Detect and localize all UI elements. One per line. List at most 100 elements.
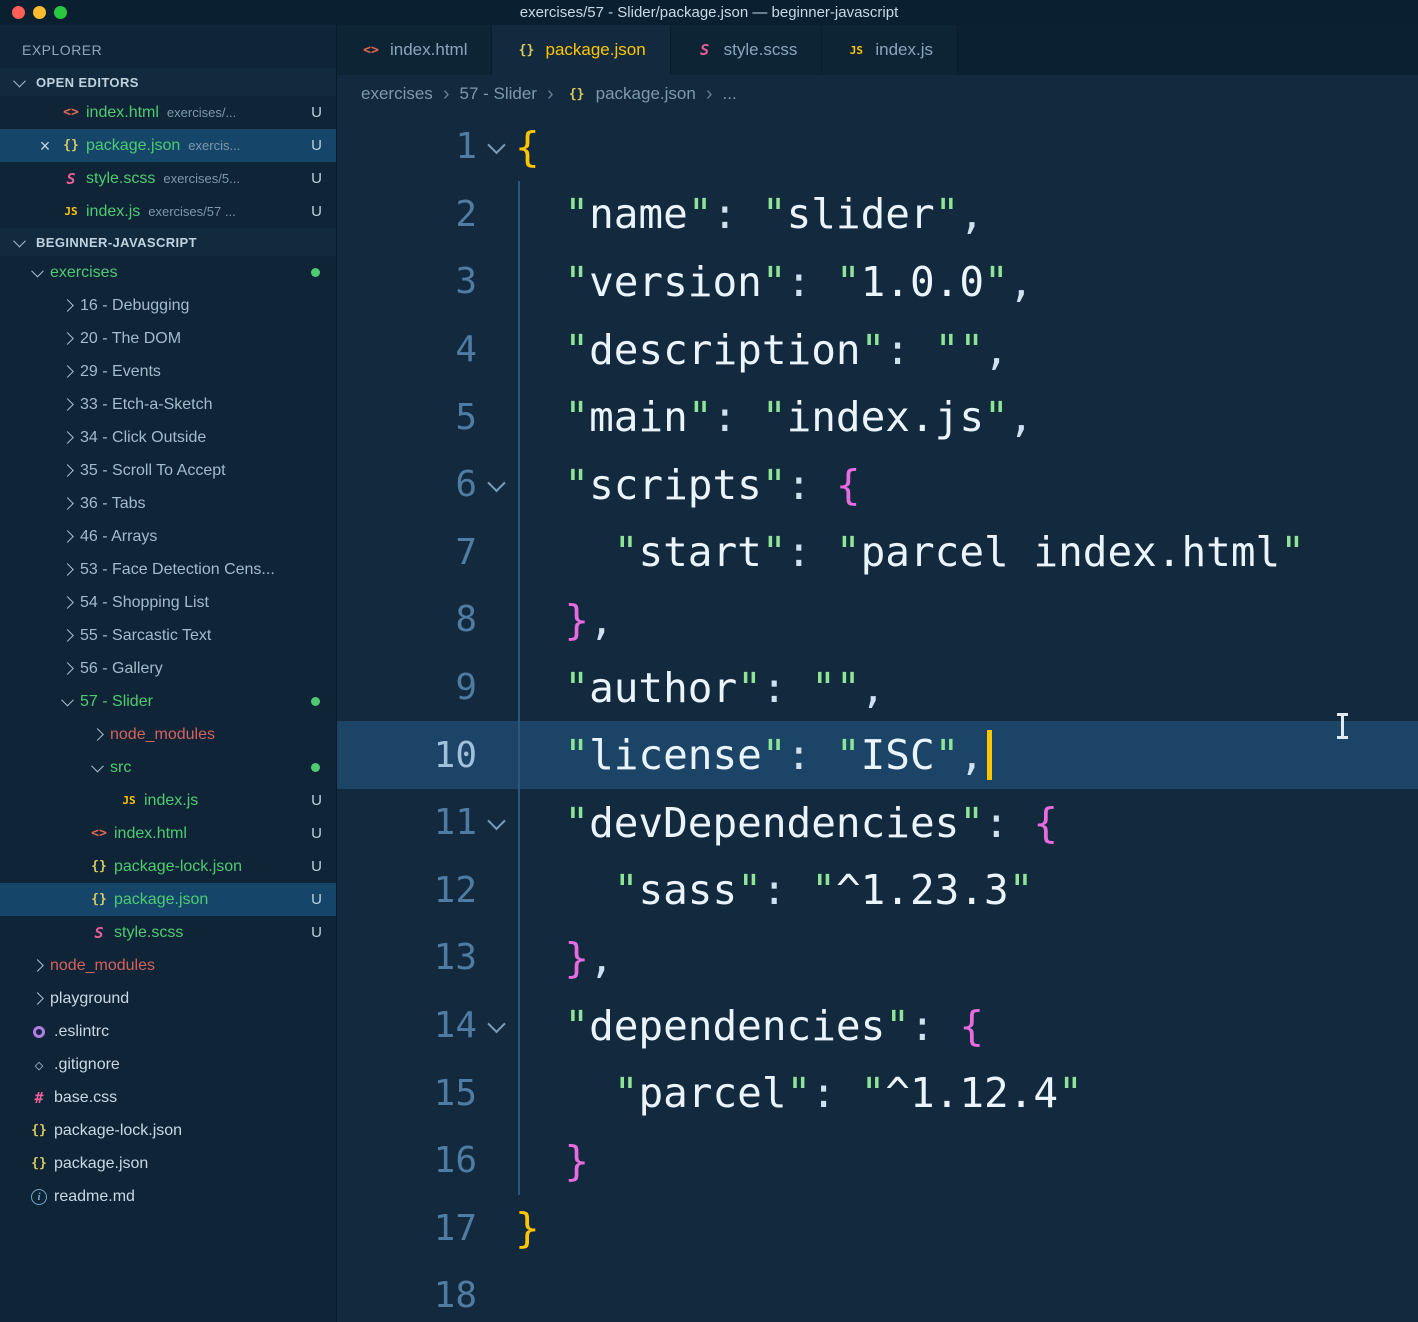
breadcrumb-item[interactable]: exercises [361,84,433,104]
open-editor-filename: package.json [86,137,180,155]
tree-item-label: src [110,759,131,777]
scss-icon: S [86,924,112,942]
code-line-4[interactable]: 4 "description": "", [337,316,1418,384]
code-line-3[interactable]: 3 "version": "1.0.0", [337,248,1418,316]
chevron-right-icon [56,565,78,574]
tab-index-js[interactable]: JSindex.js [822,25,958,75]
code-line-9[interactable]: 9 "author": "", [337,654,1418,722]
js-icon: JS [846,44,866,57]
tree-item-style-scss[interactable]: Sstyle.scssU [0,916,336,949]
code-line-14[interactable]: 14 "dependencies": { [337,992,1418,1060]
code-line-7[interactable]: 7 "start": "parcel index.html" [337,519,1418,587]
tree-item-playground[interactable]: playground [0,982,336,1015]
tree-item-label: 46 - Arrays [80,528,157,546]
close-editor-icon[interactable]: × [32,137,58,155]
code-line-2[interactable]: 2 "name": "slider", [337,181,1418,249]
line-number: 4 [337,329,477,370]
git-status-badge: U [311,203,322,220]
open-editors-section-header[interactable]: OPEN EDITORS [0,68,336,96]
tree-item-53-face-detection-cens-[interactable]: 53 - Face Detection Cens... [0,553,336,586]
tree-item-55-sarcastic-text[interactable]: 55 - Sarcastic Text [0,619,336,652]
tree-item-label: package.json [114,891,208,909]
code-editor[interactable]: 1{2 "name": "slider",3 "version": "1.0.0… [337,113,1418,1322]
tree-item-label: 36 - Tabs [80,495,146,513]
tree-item-35-scroll-to-accept[interactable]: 35 - Scroll To Accept [0,454,336,487]
tree-item-46-arrays[interactable]: 46 - Arrays [0,520,336,553]
chevron-right-icon [26,961,48,970]
workspace-section-header[interactable]: BEGINNER-JAVASCRIPT [0,228,336,256]
tree-item--eslintrc[interactable]: .eslintrc [0,1015,336,1048]
tree-item-56-gallery[interactable]: 56 - Gallery [0,652,336,685]
tree-item-index-js[interactable]: JSindex.jsU [0,784,336,817]
tab-style-scss[interactable]: Sstyle.scss [671,25,823,75]
tree-item-29-events[interactable]: 29 - Events [0,355,336,388]
code-line-15[interactable]: 15 "parcel": "^1.12.4" [337,1059,1418,1127]
css-icon: # [26,1089,52,1107]
open-editor-item-style.scss[interactable]: Sstyle.scssexercises/5...U [0,162,336,195]
code-text: "scripts": { [515,461,861,509]
chevron-down-icon [8,238,30,247]
code-line-13[interactable]: 13 }, [337,924,1418,992]
tree-item-src[interactable]: src [0,751,336,784]
minimize-window-button[interactable] [33,6,46,19]
code-text: "version": "1.0.0", [515,258,1033,306]
chevron-right-icon [26,994,48,1003]
code-line-17[interactable]: 17} [337,1195,1418,1263]
tree-item-label: .eslintrc [54,1023,109,1041]
tree-item-node-modules[interactable]: node_modules [0,949,336,982]
tree-item-package-lock-json[interactable]: {}package-lock.json [0,1114,336,1147]
code-line-12[interactable]: 12 "sass": "^1.23.3" [337,857,1418,925]
tree-item-node-modules[interactable]: node_modules [0,718,336,751]
tab-package-json[interactable]: {}package.json [492,25,670,75]
open-editor-filename: index.js [86,203,140,221]
code-line-8[interactable]: 8 }, [337,586,1418,654]
code-line-1[interactable]: 1{ [337,113,1418,181]
js-icon: JS [116,794,142,807]
code-line-18[interactable]: 18 [337,1262,1418,1322]
eslint-icon [26,1026,52,1038]
tree-item-33-etch-a-sketch[interactable]: 33 - Etch-a-Sketch [0,388,336,421]
fold-chevron-icon[interactable] [477,478,515,491]
zoom-window-button[interactable] [54,6,67,19]
title-bar: exercises/57 - Slider/package.json — beg… [0,0,1418,25]
open-editor-item-index.html[interactable]: <>index.htmlexercises/...U [0,96,336,129]
breadcrumb-item[interactable]: 57 - Slider [459,84,536,104]
fold-chevron-icon[interactable] [477,816,515,829]
code-line-11[interactable]: 11 "devDependencies": { [337,789,1418,857]
tree-item-exercises[interactable]: exercises [0,256,336,289]
tree-item-16-debugging[interactable]: 16 - Debugging [0,289,336,322]
code-line-5[interactable]: 5 "main": "index.js", [337,383,1418,451]
tree-item-34-click-outside[interactable]: 34 - Click Outside [0,421,336,454]
tree-item-base-css[interactable]: #base.css [0,1081,336,1114]
tree-item-label: 57 - Slider [80,693,153,711]
chevron-right-icon [56,499,78,508]
close-window-button[interactable] [12,6,25,19]
tree-item-36-tabs[interactable]: 36 - Tabs [0,487,336,520]
tree-item-package-lock-json[interactable]: {}package-lock.jsonU [0,850,336,883]
fold-chevron-icon[interactable] [477,140,515,153]
code-line-10[interactable]: 10 "license": "ISC", [337,721,1418,789]
tree-item-package-json[interactable]: {}package.jsonU [0,883,336,916]
open-editor-item-package.json[interactable]: ×{}package.jsonexercis...U [0,129,336,162]
tree-item-label: .gitignore [54,1056,120,1074]
tree-item-index-html[interactable]: <>index.htmlU [0,817,336,850]
breadcrumb-separator-icon: › [443,84,450,104]
fold-chevron-icon[interactable] [477,1019,515,1032]
open-editor-item-index.js[interactable]: JSindex.jsexercises/57 ...U [0,195,336,228]
code-line-16[interactable]: 16 } [337,1127,1418,1195]
tab-index-html[interactable]: <>index.html [337,25,492,75]
tree-item-20-the-dom[interactable]: 20 - The DOM [0,322,336,355]
code-line-6[interactable]: 6 "scripts": { [337,451,1418,519]
breadcrumb-item[interactable]: ... [723,84,737,104]
tree-item--gitignore[interactable]: ◇.gitignore [0,1048,336,1081]
tree-item-57-slider[interactable]: 57 - Slider [0,685,336,718]
tree-item-54-shopping-list[interactable]: 54 - Shopping List [0,586,336,619]
json-icon: {} [86,859,112,874]
breadcrumb-item[interactable]: {}package.json [564,84,696,104]
tree-item-readme-md[interactable]: ireadme.md [0,1180,336,1213]
git-icon: ◇ [26,1056,52,1074]
tab-label: index.html [390,40,467,60]
tree-item-package-json[interactable]: {}package.json [0,1147,336,1180]
git-status-badge: U [311,924,322,941]
tab-label: style.scss [724,40,798,60]
